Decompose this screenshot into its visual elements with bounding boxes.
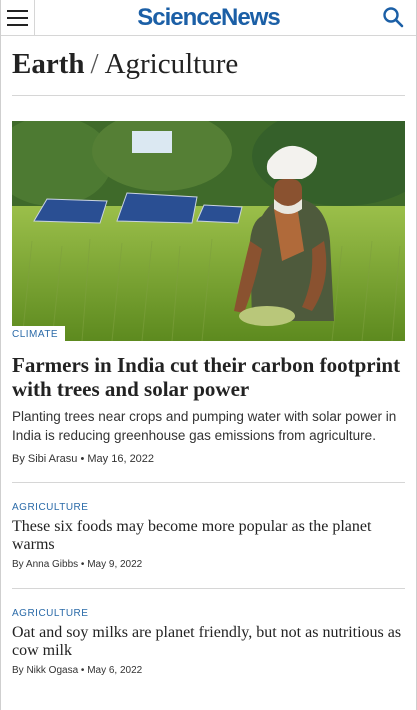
lead-category-tag[interactable]: CLIMATE [12,326,66,341]
lead-article-image[interactable]: CLIMATE [12,121,405,341]
breadcrumb-section-link[interactable]: Earth [12,48,85,80]
lead-article-summary: Planting trees near crops and pumping wa… [12,409,397,443]
site-logo[interactable]: ScienceNews [137,4,280,32]
list-item: AGRICULTURE These six foods may become m… [12,483,405,588]
article-title[interactable]: Oat and soy milks are planet friendly, b… [12,624,405,660]
article-category-tag[interactable]: AGRICULTURE [12,608,405,619]
lead-article: Farmers in India cut their carbon footpr… [12,353,405,465]
lead-article-byline: By Sibi Arasu • May 16, 2022 [12,453,155,465]
article-byline: By Anna Gibbs • May 9, 2022 [12,559,143,570]
site-header: ScienceNews [1,0,416,36]
article-byline: By Nikk Ogasa • May 6, 2022 [12,665,143,676]
article-title[interactable]: These six foods may become more popular … [12,518,405,554]
hamburger-menu-icon[interactable] [1,0,35,35]
breadcrumb: Earth / Agriculture [12,36,405,96]
article-category-tag[interactable]: AGRICULTURE [12,502,405,513]
page: ScienceNews Earth / Agriculture CLIMATE … [0,0,417,710]
search-icon[interactable] [382,6,404,28]
breadcrumb-separator: / [90,48,99,80]
list-item: AGRICULTURE Oat and soy milks are planet… [12,589,405,694]
page-title: Agriculture [104,48,239,80]
lead-article-title[interactable]: Farmers in India cut their carbon footpr… [12,353,405,401]
